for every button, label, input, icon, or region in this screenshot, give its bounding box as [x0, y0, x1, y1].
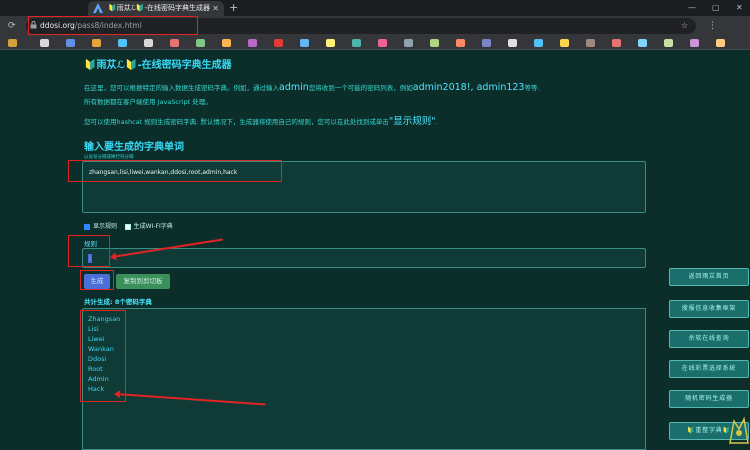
intro-line-1: 在这里，您可以根据特定的输入数据生成密码字典。例如，通过输入admin您将收到一… — [84, 82, 540, 93]
bookmark-icon[interactable] — [586, 39, 595, 47]
options-row: 显示规则 生成WI-FI字典 — [84, 221, 173, 230]
bookmark-icon[interactable] — [118, 39, 127, 47]
bookmark-icon[interactable] — [92, 39, 101, 47]
bookmark-icon[interactable] — [170, 39, 179, 47]
bookmark-icon[interactable] — [66, 39, 75, 47]
annotation-words-box — [68, 160, 282, 182]
bookmark-icon[interactable] — [352, 39, 361, 47]
bookmark-icon[interactable] — [404, 39, 413, 47]
bookmark-icon[interactable] — [300, 39, 309, 47]
bookmark-icon[interactable] — [196, 39, 205, 47]
bookmark-icon[interactable] — [144, 39, 153, 47]
annotation-results-box — [80, 310, 126, 402]
maximize-icon[interactable]: ▢ — [712, 0, 720, 15]
bookmark-icon[interactable] — [482, 39, 491, 47]
page-title: 🔰雨苁ℒ🔰-在线密码字典生成器 — [84, 60, 232, 71]
browser-tab[interactable]: 🔰雨苁ℒ🔰-在线密码字典生成器 ✕ — [88, 1, 224, 16]
wifi-dict-label: 生成WI-FI字典 — [133, 223, 173, 230]
tab-close-icon[interactable]: ✕ — [212, 1, 219, 16]
bookmark-icon[interactable] — [690, 39, 699, 47]
show-rules-checkbox[interactable] — [84, 223, 90, 230]
bookmarks-bar — [0, 36, 750, 50]
copy-to-clipboard-button[interactable]: 复制到剪切板 — [116, 274, 170, 289]
bookmark-icon[interactable] — [560, 39, 569, 47]
results-textarea[interactable]: Zhangsan Lisi Liwei Wankan Ddosi Root Ad… — [82, 308, 646, 450]
bookmark-icon[interactable] — [638, 39, 647, 47]
bookmark-icon[interactable] — [8, 39, 17, 47]
new-tab-icon[interactable]: + — [229, 0, 238, 15]
mascot-logo-icon — [729, 416, 749, 444]
extensions-icon[interactable]: ⋮ — [708, 19, 717, 33]
result-count: 共计生成: 8个密码字典 — [84, 298, 152, 306]
bookmark-icon[interactable] — [664, 39, 673, 47]
sidebar-button-random-password[interactable]: 随机密码生成器 — [669, 390, 749, 408]
sidebar-button-home[interactable]: 返回雨苁首页 — [669, 268, 749, 286]
bookmark-icon[interactable] — [612, 39, 621, 47]
tab-title: 🔰雨苁ℒ🔰-在线密码字典生成器 — [108, 4, 210, 12]
bookmark-icon[interactable] — [274, 39, 283, 47]
close-window-icon[interactable]: ✕ — [736, 0, 743, 15]
bookmark-icon[interactable] — [716, 39, 725, 47]
annotation-generate-box — [80, 270, 114, 290]
bookmark-icon[interactable] — [430, 39, 439, 47]
intro-line-3: 您可以使用hashcat 规则生成密码字典. 默认情况下，生成器将使用自己的规则… — [84, 116, 438, 127]
annotation-url-box — [28, 16, 198, 35]
bookmark-icon[interactable] — [40, 39, 49, 47]
intro-line-2: 所有数据都在客户端使用 JavaScript 处理。 — [84, 98, 212, 106]
tab-bar: 🔰雨苁ℒ🔰-在线密码字典生成器 ✕ + — ▢ ✕ — [0, 0, 750, 16]
minimize-icon[interactable]: — — [688, 0, 696, 15]
bookmark-icon[interactable] — [222, 39, 231, 47]
bookmark-icon[interactable] — [508, 39, 517, 47]
section-title: 输入要生成的字典单词 — [84, 142, 184, 153]
sidebar-button-info-gather[interactable]: 搜报信息收集框架 — [669, 300, 749, 318]
bookmark-icon[interactable] — [534, 39, 543, 47]
show-rules-label: 显示规则 — [93, 223, 118, 230]
bookmark-icon[interactable] — [456, 39, 465, 47]
sidebar-button-av-check[interactable]: 杀软在线查询 — [669, 330, 749, 348]
bookmark-icon[interactable] — [378, 39, 387, 47]
bookmark-icon[interactable] — [326, 39, 335, 47]
site-logo-icon — [93, 3, 103, 13]
rules-input[interactable]: : — [82, 248, 646, 268]
wifi-dict-checkbox[interactable] — [124, 223, 131, 230]
bookmark-star-icon[interactable]: ☆ — [681, 18, 688, 34]
sidebar-button-lottery[interactable]: 在线彩票选择系统 — [669, 360, 749, 378]
bookmark-icon[interactable] — [248, 39, 257, 47]
reload-icon[interactable]: ⟳ — [8, 19, 16, 33]
annotation-rules-box — [68, 235, 110, 267]
